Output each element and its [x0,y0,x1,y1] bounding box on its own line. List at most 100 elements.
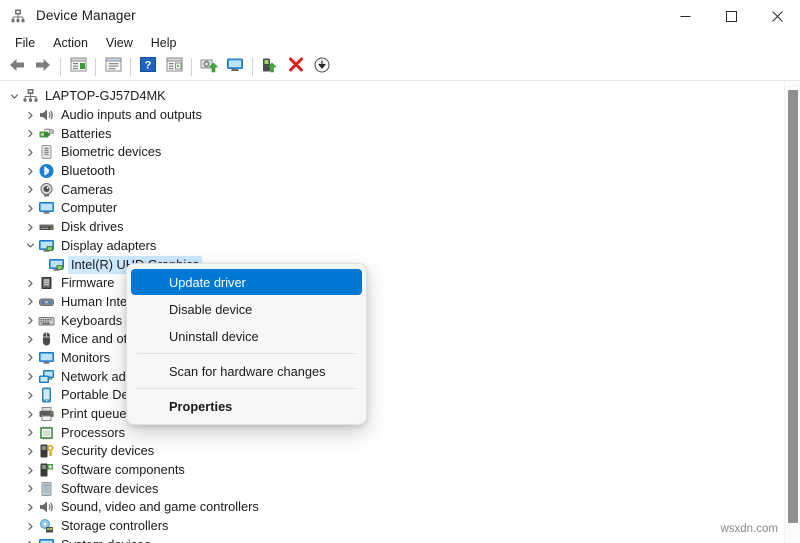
menu-file[interactable]: File [6,33,44,53]
chevron-right-icon[interactable] [22,297,38,306]
chevron-right-icon[interactable] [22,410,38,419]
tree-item-print-queues[interactable]: Print queues [0,405,784,424]
tree-item-portable-devices[interactable]: Portable Devices [0,386,784,405]
chevron-right-icon[interactable] [22,353,38,362]
tree-item-sound-video-and-game-controllers[interactable]: Sound, video and game controllers [0,498,784,517]
chevron-right-icon[interactable] [22,223,38,232]
menu-help[interactable]: Help [142,33,186,53]
storage-controller-icon [38,518,55,534]
view-button[interactable] [161,55,187,79]
speaker-icon [38,107,55,123]
tree-item-network-adapters[interactable]: Network adapters [0,367,784,386]
svg-text:?: ? [145,60,152,72]
view-window-icon [166,57,183,77]
tree-item-security-devices[interactable]: Security devices [0,442,784,461]
tree-item-label: Processors [61,425,125,441]
chevron-right-icon[interactable] [22,167,38,176]
device-tree[interactable]: LAPTOP-GJ57D4MK Audio inputs and outputs [0,82,784,543]
menu-action[interactable]: Action [44,33,97,53]
forward-button[interactable] [30,55,56,79]
tree-item-label: Cameras [61,182,113,198]
context-menu[interactable]: Update driver Disable device Uninstall d… [126,263,367,425]
uninstall-device-button[interactable] [283,55,309,79]
update-driver-button[interactable] [196,55,222,79]
tree-item-label: Keyboards [61,313,122,329]
maximize-button[interactable] [708,0,754,32]
tree-item-computer[interactable]: Computer [0,199,784,218]
tree-item-biometric-devices[interactable]: Biometric devices [0,143,784,162]
firmware-icon [38,275,55,291]
enable-device-button[interactable] [257,55,283,79]
ctx-properties[interactable]: Properties [131,393,362,419]
chevron-right-icon[interactable] [22,316,38,325]
tree-item-monitors[interactable]: Monitors [0,349,784,368]
chevron-down-icon[interactable] [6,92,22,101]
tree-item-batteries[interactable]: Batteries [0,124,784,143]
tree-item-human-interface-devices[interactable]: Human Interface Devices [0,293,784,312]
ctx-uninstall-device[interactable]: Uninstall device [131,323,362,349]
close-button[interactable] [754,0,800,32]
chevron-right-icon[interactable] [22,372,38,381]
menu-view[interactable]: View [97,33,142,53]
chevron-right-icon[interactable] [22,503,38,512]
tree-item-firmware[interactable]: Firmware [0,274,784,293]
tree-item-disk-drives[interactable]: Disk drives [0,218,784,237]
processor-icon [38,425,55,441]
show-hide-console-tree-button[interactable] [65,55,91,79]
chevron-right-icon[interactable] [22,484,38,493]
tree-item-label: Biometric devices [61,144,161,160]
menu-bar: File Action View Help [0,32,800,54]
disable-device-button[interactable] [309,55,335,79]
tree-item-label: Monitors [61,350,110,366]
tree-item-label: LAPTOP-GJ57D4MK [45,88,166,104]
tree-item-keyboards[interactable]: Keyboards [0,311,784,330]
back-button[interactable] [4,55,30,79]
properties-button[interactable] [100,55,126,79]
tree-item-software-devices[interactable]: Software devices [0,479,784,498]
minimize-button[interactable] [662,0,708,32]
chevron-right-icon[interactable] [22,466,38,475]
chevron-right-icon[interactable] [22,279,38,288]
tree-item-label: Print queues [61,406,133,422]
monitor-icon [38,350,55,366]
ctx-disable-device[interactable]: Disable device [131,296,362,322]
scan-hardware-changes-button[interactable] [222,55,248,79]
ctx-scan-hardware-changes[interactable]: Scan for hardware changes [131,358,362,384]
chevron-right-icon[interactable] [22,204,38,213]
title-bar: Device Manager [0,0,800,32]
tree-item-cameras[interactable]: Cameras [0,180,784,199]
tree-item-audio-inputs-and-outputs[interactable]: Audio inputs and outputs [0,106,784,125]
chevron-right-icon[interactable] [22,148,38,157]
tree-item-label: Storage controllers [61,518,168,534]
hid-icon [38,294,55,310]
tree-item-label: Display adapters [61,238,156,254]
software-component-icon [38,462,55,478]
vertical-scrollbar[interactable] [784,82,800,543]
chevron-right-icon[interactable] [22,129,38,138]
chevron-right-icon[interactable] [22,391,38,400]
chevron-right-icon[interactable] [22,522,38,531]
ctx-update-driver[interactable]: Update driver [131,269,362,295]
display-adapter-icon [38,238,55,254]
tree-item-mice-and-other-pointing-devices[interactable]: Mice and other pointing devices [0,330,784,349]
chevron-right-icon[interactable] [22,447,38,456]
help-button[interactable]: ? [135,55,161,79]
tree-item-display-adapters[interactable]: Display adapters [0,237,784,256]
tree-item-system-devices[interactable]: System devices [0,536,784,543]
tree-item-storage-controllers[interactable]: Storage controllers [0,517,784,536]
context-menu-separator [137,353,356,354]
tree-item-root[interactable]: LAPTOP-GJ57D4MK [0,87,784,106]
tree-item-software-components[interactable]: Software components [0,461,784,480]
device-tree-panel: LAPTOP-GJ57D4MK Audio inputs and outputs [0,82,800,543]
tree-item-intel-uhd-graphics[interactable]: Intel(R) UHD Graphics [0,255,784,274]
chevron-right-icon[interactable] [22,185,38,194]
chevron-right-icon[interactable] [22,111,38,120]
tree-item-label: Batteries [61,126,112,142]
tree-item-bluetooth[interactable]: Bluetooth [0,162,784,181]
console-tree-icon [70,57,87,77]
scrollbar-thumb[interactable] [788,90,798,523]
chevron-right-icon[interactable] [22,335,38,344]
chevron-down-icon[interactable] [22,241,38,250]
tree-item-processors[interactable]: Processors [0,423,784,442]
chevron-right-icon[interactable] [22,428,38,437]
